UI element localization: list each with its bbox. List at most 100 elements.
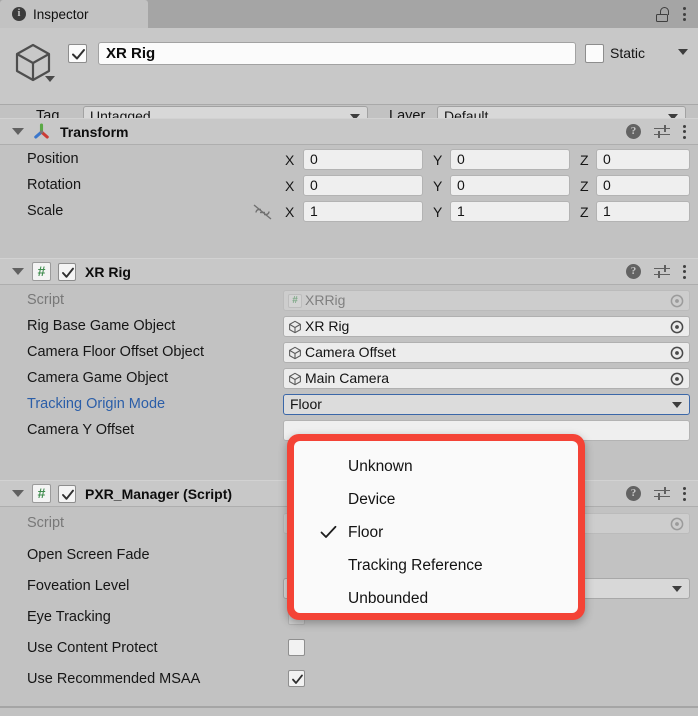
kebab-menu-icon[interactable] <box>683 486 686 501</box>
object-picker-icon[interactable] <box>670 517 684 531</box>
camera-game-object-value: Main Camera <box>305 370 390 386</box>
rotation-y-field[interactable]: 0 <box>450 175 570 196</box>
info-icon: i <box>12 7 26 21</box>
help-icon[interactable]: ? <box>626 124 641 139</box>
use-content-protect-label: Use Content Protect <box>27 640 158 656</box>
gameobject-enabled-checkbox[interactable] <box>68 44 87 63</box>
static-checkbox[interactable] <box>585 44 604 63</box>
menu-item-unknown[interactable]: Unknown <box>294 450 578 483</box>
cube-icon <box>289 372 301 385</box>
position-y-field[interactable]: 0 <box>450 149 570 170</box>
pxr-script-label: Script <box>27 515 65 531</box>
tracking-origin-mode-dropdown[interactable]: Floor <box>283 394 690 415</box>
axis-y-label: Y <box>433 204 443 220</box>
transform-row-position: Position X 0 Y 0 Z 0 <box>0 147 698 173</box>
scale-label: Scale <box>27 203 64 219</box>
camera-floor-offset-value: Camera Offset <box>305 344 396 360</box>
menu-item-unbounded[interactable]: Unbounded <box>294 582 578 615</box>
axis-y-label: Y <box>433 178 443 194</box>
tracking-origin-mode-value: Floor <box>290 396 322 412</box>
xr-rig-header[interactable]: # XR Rig ? <box>0 258 698 285</box>
position-label: Position <box>27 151 79 167</box>
lock-open-icon[interactable] <box>656 6 669 22</box>
object-picker-icon[interactable] <box>670 372 684 386</box>
rotation-z-field[interactable]: 0 <box>596 175 690 196</box>
chevron-down-icon <box>672 586 682 592</box>
foldout-arrow-icon[interactable] <box>12 490 24 497</box>
static-dropdown-arrow[interactable] <box>678 49 688 55</box>
menu-item-label: Unbounded <box>348 589 429 607</box>
scale-x-field[interactable]: 1 <box>303 201 423 222</box>
chevron-down-icon <box>672 402 682 408</box>
preset-settings-icon[interactable] <box>654 124 670 139</box>
help-icon[interactable]: ? <box>626 264 641 279</box>
camera-game-object-field[interactable]: Main Camera <box>283 368 690 389</box>
csharp-script-icon: # <box>288 293 302 308</box>
row-camera-game-object: Camera Game Object Main Camera <box>0 366 698 392</box>
camera-floor-offset-label: Camera Floor Offset Object <box>27 344 205 360</box>
cube-icon <box>289 346 301 359</box>
script-value: XRRig <box>305 292 346 308</box>
foveation-level-label: Foveation Level <box>27 578 130 594</box>
use-recommended-msaa-label: Use Recommended MSAA <box>27 671 201 687</box>
popup-list: Unknown Device Floor Tracking Reference … <box>294 441 578 613</box>
pxr-manager-header-tools: ? <box>626 486 698 501</box>
gameobject-icon-dropdown-arrow[interactable] <box>45 76 55 82</box>
kebab-menu-icon[interactable] <box>683 7 686 21</box>
transform-gizmo-icon <box>34 123 49 139</box>
rotation-x-field[interactable]: 0 <box>303 175 423 196</box>
menu-item-floor[interactable]: Floor <box>294 516 578 549</box>
camera-floor-offset-object-field[interactable]: Camera Offset <box>283 342 690 363</box>
object-picker-icon[interactable] <box>670 320 684 334</box>
scale-y-field[interactable]: 1 <box>450 201 570 222</box>
row-tracking-origin-mode: Tracking Origin Mode Floor <box>0 392 698 418</box>
camera-y-offset-label: Camera Y Offset <box>27 422 135 438</box>
foldout-arrow-icon[interactable] <box>12 268 24 275</box>
help-icon[interactable]: ? <box>626 486 641 501</box>
preset-settings-icon[interactable] <box>654 486 670 501</box>
menu-item-device[interactable]: Device <box>294 483 578 516</box>
row-use-content-protect: Use Content Protect <box>0 636 698 667</box>
menu-item-tracking-reference[interactable]: Tracking Reference <box>294 549 578 582</box>
row-script: Script # XRRig <box>0 288 698 314</box>
transform-row-rotation: Rotation X 0 Y 0 Z 0 <box>0 173 698 199</box>
rig-base-object-field[interactable]: XR Rig <box>283 316 690 337</box>
menu-item-label: Unknown <box>348 457 413 475</box>
axis-y-label: Y <box>433 152 443 168</box>
transform-title: Transform <box>60 123 129 140</box>
kebab-menu-icon[interactable] <box>683 124 686 139</box>
object-picker-icon[interactable] <box>670 294 684 308</box>
menu-item-label: Device <box>348 490 396 508</box>
transform-body: Position X 0 Y 0 Z 0 Rotation X 0 Y 0 Z … <box>0 145 698 229</box>
xr-rig-enabled-checkbox[interactable] <box>58 262 76 281</box>
tab-strip: i Inspector <box>0 0 698 28</box>
eye-tracking-label: Eye Tracking <box>27 609 111 625</box>
axis-z-label: Z <box>580 178 589 194</box>
component-xr-rig: # XR Rig ? Script # XRRig Rig Base Game … <box>0 258 698 447</box>
menu-item-label: Floor <box>348 523 384 541</box>
position-x-field[interactable]: 0 <box>303 149 423 170</box>
scale-z-field[interactable]: 1 <box>596 201 690 222</box>
csharp-script-icon: # <box>32 484 51 503</box>
transform-header[interactable]: Transform ? <box>0 118 698 145</box>
open-screen-fade-label: Open Screen Fade <box>27 547 150 563</box>
preset-settings-icon[interactable] <box>654 264 670 279</box>
position-z-field[interactable]: 0 <box>596 149 690 170</box>
row-rig-base-game-object: Rig Base Game Object XR Rig <box>0 314 698 340</box>
tab-inspector[interactable]: i Inspector <box>0 0 148 28</box>
foldout-arrow-icon[interactable] <box>12 128 24 135</box>
use-recommended-msaa-checkbox[interactable] <box>288 670 305 687</box>
axis-z-label: Z <box>580 204 589 220</box>
pxr-manager-enabled-checkbox[interactable] <box>58 484 76 503</box>
xr-rig-body: Script # XRRig Rig Base Game Object XR R… <box>0 285 698 447</box>
axis-x-label: X <box>285 178 295 194</box>
kebab-menu-icon[interactable] <box>683 264 686 279</box>
transform-header-tools: ? <box>626 124 698 139</box>
camera-game-object-label: Camera Game Object <box>27 370 169 386</box>
rotation-label: Rotation <box>27 177 82 193</box>
cube-icon <box>289 320 301 333</box>
use-content-protect-checkbox[interactable] <box>288 639 305 656</box>
constrain-proportions-off-icon[interactable] <box>253 204 272 220</box>
gameobject-name-field[interactable]: XR Rig <box>98 42 576 65</box>
object-picker-icon[interactable] <box>670 346 684 360</box>
